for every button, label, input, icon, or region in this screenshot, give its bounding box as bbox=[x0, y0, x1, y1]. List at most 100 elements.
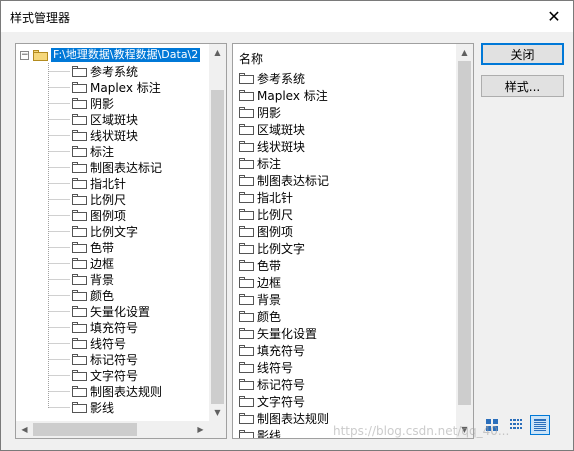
list-item[interactable]: 图例项 bbox=[239, 223, 329, 240]
list-vscroll-thumb[interactable] bbox=[458, 61, 471, 405]
large-icons-view-icon[interactable] bbox=[482, 415, 502, 435]
scroll-down-icon[interactable]: ▼ bbox=[456, 421, 473, 438]
folder-icon bbox=[239, 277, 254, 288]
list-item[interactable]: 文字符号 bbox=[239, 393, 329, 410]
scroll-down-icon[interactable]: ▼ bbox=[209, 404, 226, 421]
tree-root-node[interactable]: − F:\地理数据\教程数据\Data\2 bbox=[20, 47, 201, 63]
folder-icon bbox=[72, 385, 87, 397]
list-item[interactable]: 比例文字 bbox=[239, 240, 329, 257]
tree-item[interactable]: 阴影 bbox=[72, 95, 162, 111]
list-item[interactable]: 标注 bbox=[239, 155, 329, 172]
tree-item[interactable]: Maplex 标注 bbox=[72, 79, 162, 95]
list-item[interactable]: 色带 bbox=[239, 257, 329, 274]
list-vertical-scrollbar[interactable]: ▲ ▼ bbox=[456, 44, 473, 438]
list-item[interactable]: 参考系统 bbox=[239, 70, 329, 87]
tree-item[interactable]: 标注 bbox=[72, 143, 162, 159]
list-item[interactable]: 填充符号 bbox=[239, 342, 329, 359]
list-item[interactable]: 制图表达规则 bbox=[239, 410, 329, 427]
list-item[interactable]: 线符号 bbox=[239, 359, 329, 376]
list-item[interactable]: 矢量化设置 bbox=[239, 325, 329, 342]
list-view-icon[interactable] bbox=[506, 415, 526, 435]
tree-item[interactable]: 文字符号 bbox=[72, 367, 162, 383]
folder-icon bbox=[239, 328, 254, 339]
tree-items: 参考系统 Maplex 标注 阴影 区域斑块 线状斑块 标注 制图表达标记 指北针 比例尺 图例项… bbox=[72, 63, 162, 415]
list-item-label: 指北针 bbox=[257, 191, 294, 205]
list-item[interactable]: 区域斑块 bbox=[239, 121, 329, 138]
tree-item[interactable]: 边框 bbox=[72, 255, 162, 271]
folder-icon bbox=[239, 124, 254, 135]
list-item[interactable]: 指北针 bbox=[239, 189, 329, 206]
list-item-label: 线状斑块 bbox=[257, 140, 306, 154]
styles-button[interactable]: 样式... bbox=[481, 75, 564, 97]
list-item[interactable]: 颜色 bbox=[239, 308, 329, 325]
tree-item-label: 制图表达标记 bbox=[90, 160, 163, 175]
list-item[interactable]: 影线 bbox=[239, 427, 329, 439]
list-item[interactable]: 线状斑块 bbox=[239, 138, 329, 155]
collapse-icon[interactable]: − bbox=[20, 50, 29, 60]
list-item-label: 矢量化设置 bbox=[257, 327, 318, 341]
tree-item[interactable]: 颜色 bbox=[72, 287, 162, 303]
folder-icon bbox=[72, 161, 87, 173]
tree-item-label: 边框 bbox=[90, 256, 115, 271]
folder-icon bbox=[239, 362, 254, 373]
tree-item[interactable]: 线状斑块 bbox=[72, 127, 162, 143]
tree-item[interactable]: 制图表达规则 bbox=[72, 383, 162, 399]
tree-item[interactable]: 线符号 bbox=[72, 335, 162, 351]
folder-icon bbox=[239, 311, 254, 322]
tree-item-label: 矢量化设置 bbox=[90, 304, 151, 319]
folder-icon bbox=[239, 209, 254, 220]
tree-item[interactable]: 矢量化设置 bbox=[72, 303, 162, 319]
list-item[interactable]: Maplex 标注 bbox=[239, 87, 329, 104]
folder-icon bbox=[72, 321, 87, 333]
list-item[interactable]: 阴影 bbox=[239, 104, 329, 121]
scroll-right-icon[interactable]: ▶ bbox=[192, 421, 209, 438]
list-item-label: 背景 bbox=[257, 293, 282, 307]
scroll-up-icon[interactable]: ▲ bbox=[209, 44, 226, 61]
close-button[interactable]: 关闭 bbox=[481, 43, 564, 65]
folder-icon bbox=[72, 401, 87, 413]
folder-icon bbox=[239, 396, 254, 407]
list-item-label: 阴影 bbox=[257, 106, 282, 120]
tree-item[interactable]: 参考系统 bbox=[72, 63, 162, 79]
tree-item[interactable]: 填充符号 bbox=[72, 319, 162, 335]
scroll-up-icon[interactable]: ▲ bbox=[456, 44, 473, 61]
folder-icon bbox=[72, 241, 87, 253]
tree-item[interactable]: 指北针 bbox=[72, 175, 162, 191]
folder-icon bbox=[239, 175, 254, 186]
folder-icon bbox=[239, 260, 254, 271]
style-list-panel[interactable]: 名称 参考系统 Maplex 标注阴影 区域斑块线状斑块标注 制图表达标记指北针 比例尺… bbox=[232, 43, 474, 439]
list-item[interactable]: 制图表达标记 bbox=[239, 172, 329, 189]
folder-icon bbox=[72, 65, 87, 77]
tree-item-label: 线符号 bbox=[90, 336, 127, 351]
tree-item[interactable]: 图例项 bbox=[72, 207, 162, 223]
tree-item[interactable]: 标记符号 bbox=[72, 351, 162, 367]
tree-item[interactable]: 影线 bbox=[72, 399, 162, 415]
tree-horizontal-scrollbar[interactable]: ◀ ▶ bbox=[16, 421, 209, 438]
folder-icon bbox=[239, 141, 254, 152]
list-item-label: 影线 bbox=[257, 429, 282, 439]
folder-icon bbox=[72, 257, 87, 269]
tree-item[interactable]: 比例文字 bbox=[72, 223, 162, 239]
tree-item[interactable]: 色带 bbox=[72, 239, 162, 255]
close-icon[interactable]: ✕ bbox=[543, 5, 565, 27]
tree-item[interactable]: 比例尺 bbox=[72, 191, 162, 207]
list-item[interactable]: 比例尺 bbox=[239, 206, 329, 223]
tree-hscroll-thumb[interactable] bbox=[33, 423, 137, 436]
list-item[interactable]: 边框 bbox=[239, 274, 329, 291]
scroll-left-icon[interactable]: ◀ bbox=[16, 421, 33, 438]
list-item-label: 标注 bbox=[257, 157, 282, 171]
style-tree-panel[interactable]: − F:\地理数据\教程数据\Data\2 参考系统 Maplex 标注 阴影 区域斑… bbox=[15, 43, 227, 439]
list-item[interactable]: 标记符号 bbox=[239, 376, 329, 393]
tree-vscroll-thumb[interactable] bbox=[211, 90, 224, 404]
tree-vertical-scrollbar[interactable]: ▲ ▼ bbox=[209, 44, 226, 421]
details-view-icon[interactable] bbox=[530, 415, 550, 435]
folder-icon bbox=[72, 353, 87, 365]
folder-icon bbox=[72, 145, 87, 157]
title-bar: 样式管理器 ✕ bbox=[1, 1, 573, 32]
list-item[interactable]: 背景 bbox=[239, 291, 329, 308]
tree-item[interactable]: 区域斑块 bbox=[72, 111, 162, 127]
column-header-name[interactable]: 名称 bbox=[239, 50, 263, 67]
tree-item[interactable]: 制图表达标记 bbox=[72, 159, 162, 175]
tree-item[interactable]: 背景 bbox=[72, 271, 162, 287]
list-item-label: 图例项 bbox=[257, 225, 294, 239]
